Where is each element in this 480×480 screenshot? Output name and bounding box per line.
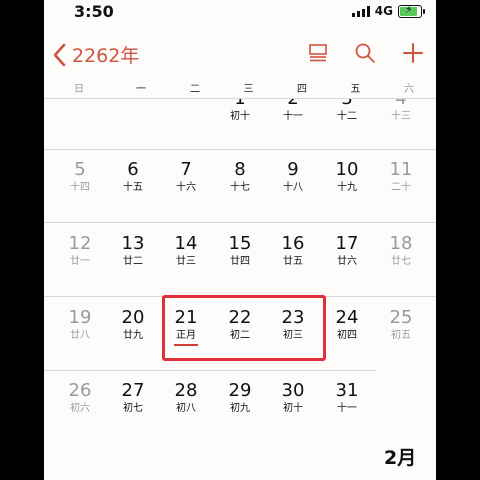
day-cell[interactable]: 12 廿一 [58, 234, 102, 268]
status-time: 3:50 [74, 2, 114, 21]
day-cell[interactable]: 2十一 [271, 99, 315, 123]
week-divider [44, 149, 436, 150]
weekday-thu: 四 [297, 84, 307, 95]
signal-icon [351, 5, 370, 17]
year-label: 2262年 [72, 45, 140, 67]
day-cell[interactable]: 6 十五 [111, 160, 155, 194]
day-cell[interactable]: 4十三 [379, 99, 423, 123]
day-cell[interactable]: 29 初九 [218, 381, 262, 415]
day-cell[interactable]: 1初十 [218, 99, 262, 123]
day-cell[interactable]: 30 初十 [271, 381, 315, 415]
chevron-left-icon [53, 43, 66, 66]
day-cell[interactable]: 25 初五 [379, 308, 423, 342]
day-cell[interactable]: 22 初二 [218, 308, 262, 342]
day-cell[interactable]: 11 二十 [379, 160, 423, 194]
day-cell[interactable]: 20 廿九 [111, 308, 155, 342]
week-divider [44, 296, 436, 297]
search-icon[interactable] [354, 42, 376, 64]
day-cell[interactable]: 16 廿五 [271, 234, 315, 268]
day-cell[interactable]: 8 十七 [218, 160, 262, 194]
holiday-underline [174, 344, 198, 346]
day-cell[interactable]: 7 十六 [164, 160, 208, 194]
day-cell[interactable]: 5 十四 [58, 160, 102, 194]
day-cell[interactable]: 14 廿三 [164, 234, 208, 268]
battery-icon: ⚡ [398, 2, 425, 18]
day-cell[interactable]: 3十二 [325, 99, 369, 123]
week-divider [44, 370, 376, 371]
weekday-sat: 六 [404, 84, 414, 95]
partial-week-row: 1初十 2十一 3十二 4十三 [44, 99, 436, 149]
week-divider [44, 222, 436, 223]
day-cell[interactable]: 24 初四 [325, 308, 369, 342]
day-cell[interactable]: 26 初六 [58, 381, 102, 415]
weekday-header: 日 一 二 三 四 五 六 [44, 80, 436, 95]
nav-actions [308, 42, 424, 64]
weekday-fri: 五 [350, 84, 361, 95]
day-cell[interactable]: 18 廿七 [379, 234, 423, 268]
day-cell[interactable]: 10 十九 [325, 160, 369, 194]
add-event-icon[interactable] [402, 42, 424, 64]
charging-icon: ⚡ [405, 2, 413, 16]
calendar-screen: 3:50 4G ⚡ 2262年 日 一 二 三 四 五 六 初十 十一 十二 十… [44, 0, 436, 480]
weekday-wed: 三 [243, 84, 254, 95]
day-cell[interactable]: 19 廿八 [58, 308, 102, 342]
month-label: 2月 [384, 447, 417, 469]
day-cell[interactable]: 28 初八 [164, 381, 208, 415]
day-cell[interactable]: 23 初三 [271, 308, 315, 342]
back-to-year-button[interactable]: 2262年 [50, 41, 139, 68]
day-cell-lunar-new-year[interactable]: 21 正月 [164, 308, 208, 346]
weekday-mon: 一 [136, 84, 146, 95]
list-view-icon[interactable] [308, 43, 328, 63]
weekday-sun: 日 [74, 84, 84, 95]
day-cell[interactable]: 27 初七 [111, 381, 155, 415]
status-indicators: 4G ⚡ [351, 2, 425, 18]
day-cell[interactable]: 15 廿四 [218, 234, 262, 268]
day-cell[interactable]: 17 廿六 [325, 234, 369, 268]
day-cell[interactable]: 31 十一 [325, 381, 369, 415]
day-cell[interactable]: 9 十八 [271, 160, 315, 194]
network-label: 4G [374, 4, 393, 18]
day-cell[interactable]: 13 廿二 [111, 234, 155, 268]
weekday-tue: 二 [190, 84, 200, 95]
